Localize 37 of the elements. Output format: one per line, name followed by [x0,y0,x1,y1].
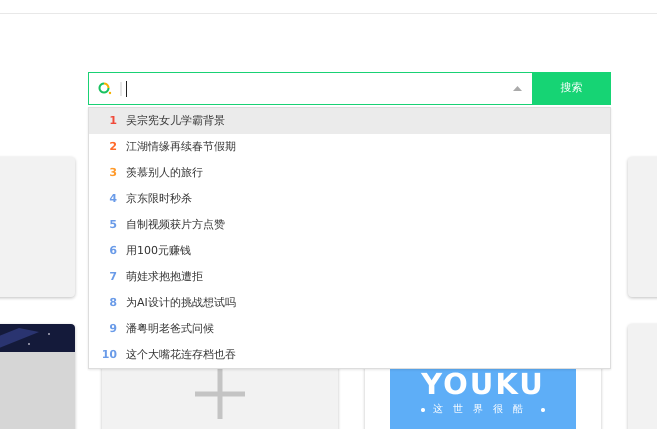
suggestion-text: 江湖情缘再续春节假期 [126,138,236,155]
suggestion-text: 萌娃求抱抱遭拒 [126,268,203,285]
suggestion-item[interactable]: 2 江湖情缘再续春节假期 [89,134,610,160]
suggestion-text: 羡慕别人的旅行 [126,164,203,181]
text-cursor [126,80,127,96]
rank-number: 8 [108,294,117,311]
plus-icon [195,369,245,419]
suggestion-text: 自制视频获片方点赞 [126,216,225,233]
logo-slogan: 这世界很酷 [433,405,533,415]
suggestion-item[interactable]: 7 萌娃求抱抱遭拒 [89,264,610,290]
logo-icon [98,82,112,95]
suggestion-text: 为AI设计的挑战想试吗 [126,294,236,311]
rank-number: 10 [100,346,117,363]
suggestion-item[interactable]: 10 这个大嘴花连存档也吞 [89,342,610,368]
rank-number: 4 [108,190,117,207]
suggestion-text: 京东限时秒杀 [126,190,192,207]
suggestion-text: 潘粤明老爸式问候 [126,320,214,337]
suggestion-item[interactable]: 1 吴宗宪女儿学霸背景 [89,108,610,134]
rank-number: 3 [108,164,117,181]
suggestion-text: 用100元赚钱 [126,242,191,259]
rank-number: 9 [108,320,117,337]
suggestion-item[interactable]: 5 自制视频获片方点赞 [89,212,610,238]
suggestion-item[interactable]: 8 为AI设计的挑战想试吗 [89,290,610,316]
logo-title: YOUKU [421,370,545,399]
suggestion-text: 这个大嘴花连存档也吞 [126,346,236,363]
suggestion-item[interactable]: 6 用100元赚钱 [89,238,610,264]
search-field[interactable] [88,72,532,105]
rank-number: 5 [108,216,117,233]
rank-number: 2 [108,138,117,155]
suggestion-item[interactable]: 3 羡慕别人的旅行 [89,160,610,186]
caret-up-icon[interactable] [513,86,522,91]
rank-number: 1 [108,112,117,129]
rank-number: 7 [108,268,117,285]
suggestion-item[interactable]: 4 京东限时秒杀 [89,186,610,212]
suggestion-item[interactable]: 9 潘粤明老爸式问候 [89,316,610,342]
suggestion-text: 吴宗宪女儿学霸背景 [126,112,225,129]
rank-number: 6 [108,242,117,259]
